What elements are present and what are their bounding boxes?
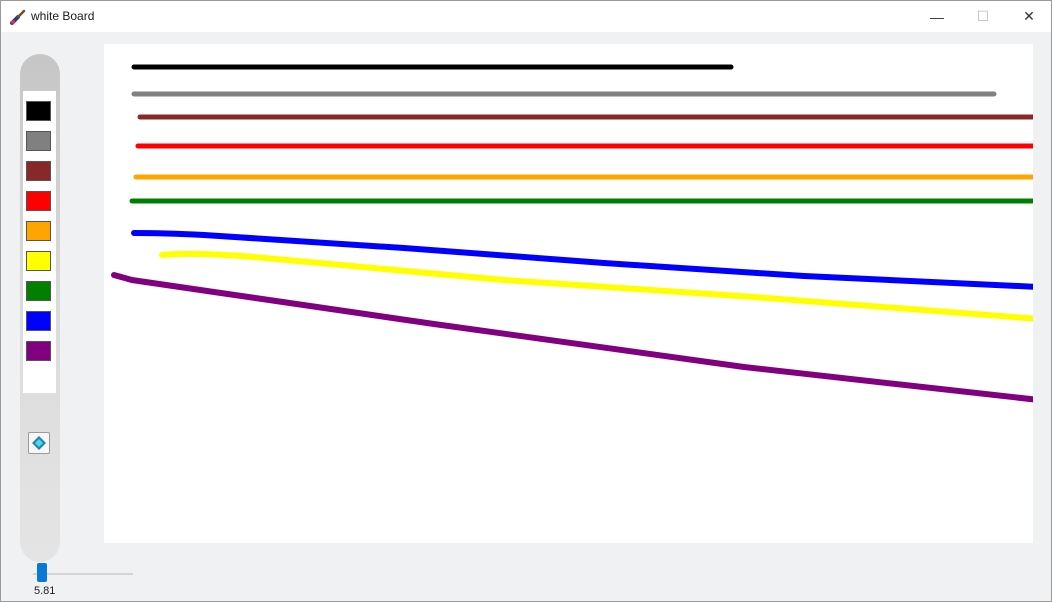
eraser-button[interactable] [28,432,50,454]
title-bar: white Board — ☐ ✕ [1,1,1051,32]
stroke-purple [111,272,1033,403]
swatch-yellow[interactable] [26,251,51,271]
paintbrush-icon [10,9,26,25]
swatch-black[interactable] [26,101,51,121]
eraser-icon [32,436,46,450]
swatch-gray[interactable] [26,131,51,151]
strokes-layer [111,64,1033,403]
swatch-purple[interactable] [26,341,51,361]
swatch-green[interactable] [26,281,51,301]
swatch-red[interactable] [26,191,51,211]
brush-size-value: 5.81 [34,585,56,597]
window-title: white Board [31,9,95,23]
maximize-button[interactable]: ☐ [960,1,1006,32]
app-window: white Board — ☐ ✕ 5.81 [0,0,1052,602]
slider-track [33,573,133,575]
brush-size-slider[interactable] [29,563,133,583]
swatch-orange[interactable] [26,221,51,241]
tool-sidebar [20,54,60,562]
slider-thumb[interactable] [37,563,47,582]
swatch-brown[interactable] [26,161,51,181]
color-palette [23,91,56,393]
swatch-blue[interactable] [26,311,51,331]
minimize-button[interactable]: — [914,1,960,32]
drawing-canvas[interactable] [104,44,1033,543]
close-button[interactable]: ✕ [1006,1,1051,32]
